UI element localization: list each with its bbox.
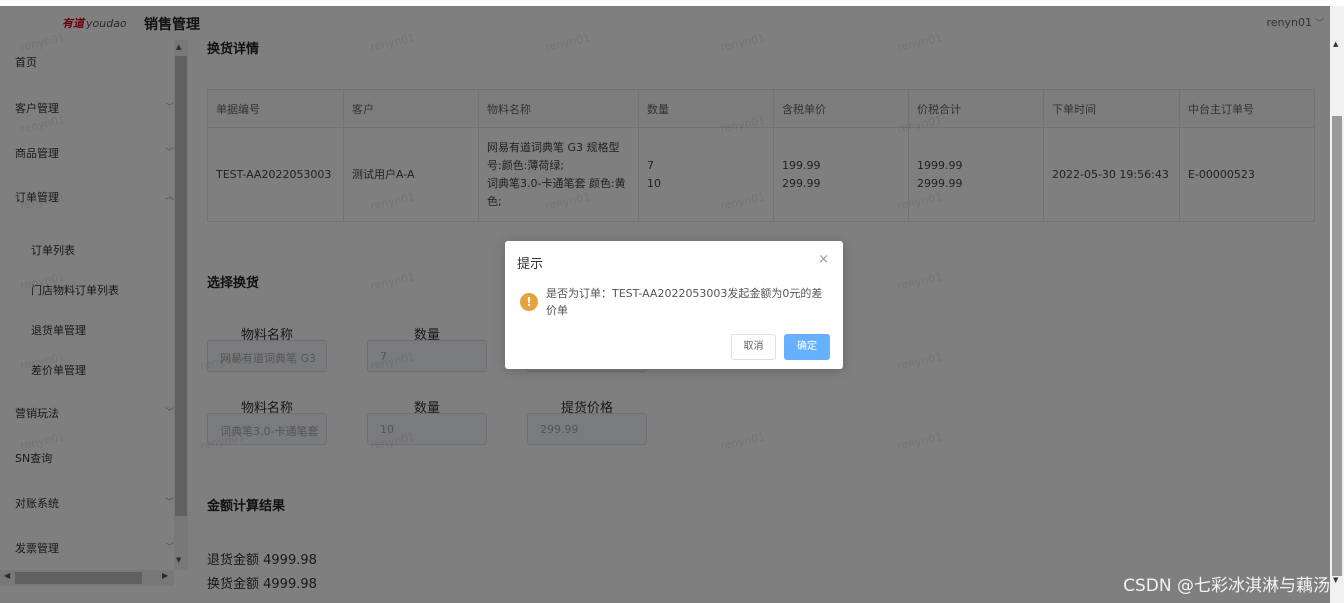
page-vertical-scrollbar[interactable]: ▲ ▼ bbox=[1330, 6, 1344, 603]
scroll-down-icon[interactable]: ▼ bbox=[1333, 576, 1338, 584]
confirm-button[interactable]: 确定 bbox=[784, 334, 830, 360]
warning-icon: ! bbox=[520, 293, 538, 311]
close-icon[interactable]: × bbox=[818, 252, 829, 267]
cancel-button[interactable]: 取消 bbox=[731, 334, 776, 360]
dialog-message: 是否为订单：TEST-AA2022053003发起金额为0元的差价单 bbox=[546, 287, 823, 317]
scroll-up-icon[interactable]: ▲ bbox=[1333, 40, 1338, 48]
confirm-dialog: 提示 × ! 是否为订单：TEST-AA2022053003发起金额为0元的差价… bbox=[505, 241, 843, 369]
scrollbar-thumb[interactable] bbox=[1332, 116, 1342, 576]
dialog-title: 提示 bbox=[517, 257, 544, 272]
csdn-watermark: CSDN @七彩冰淇淋与藕汤 bbox=[1123, 576, 1330, 596]
